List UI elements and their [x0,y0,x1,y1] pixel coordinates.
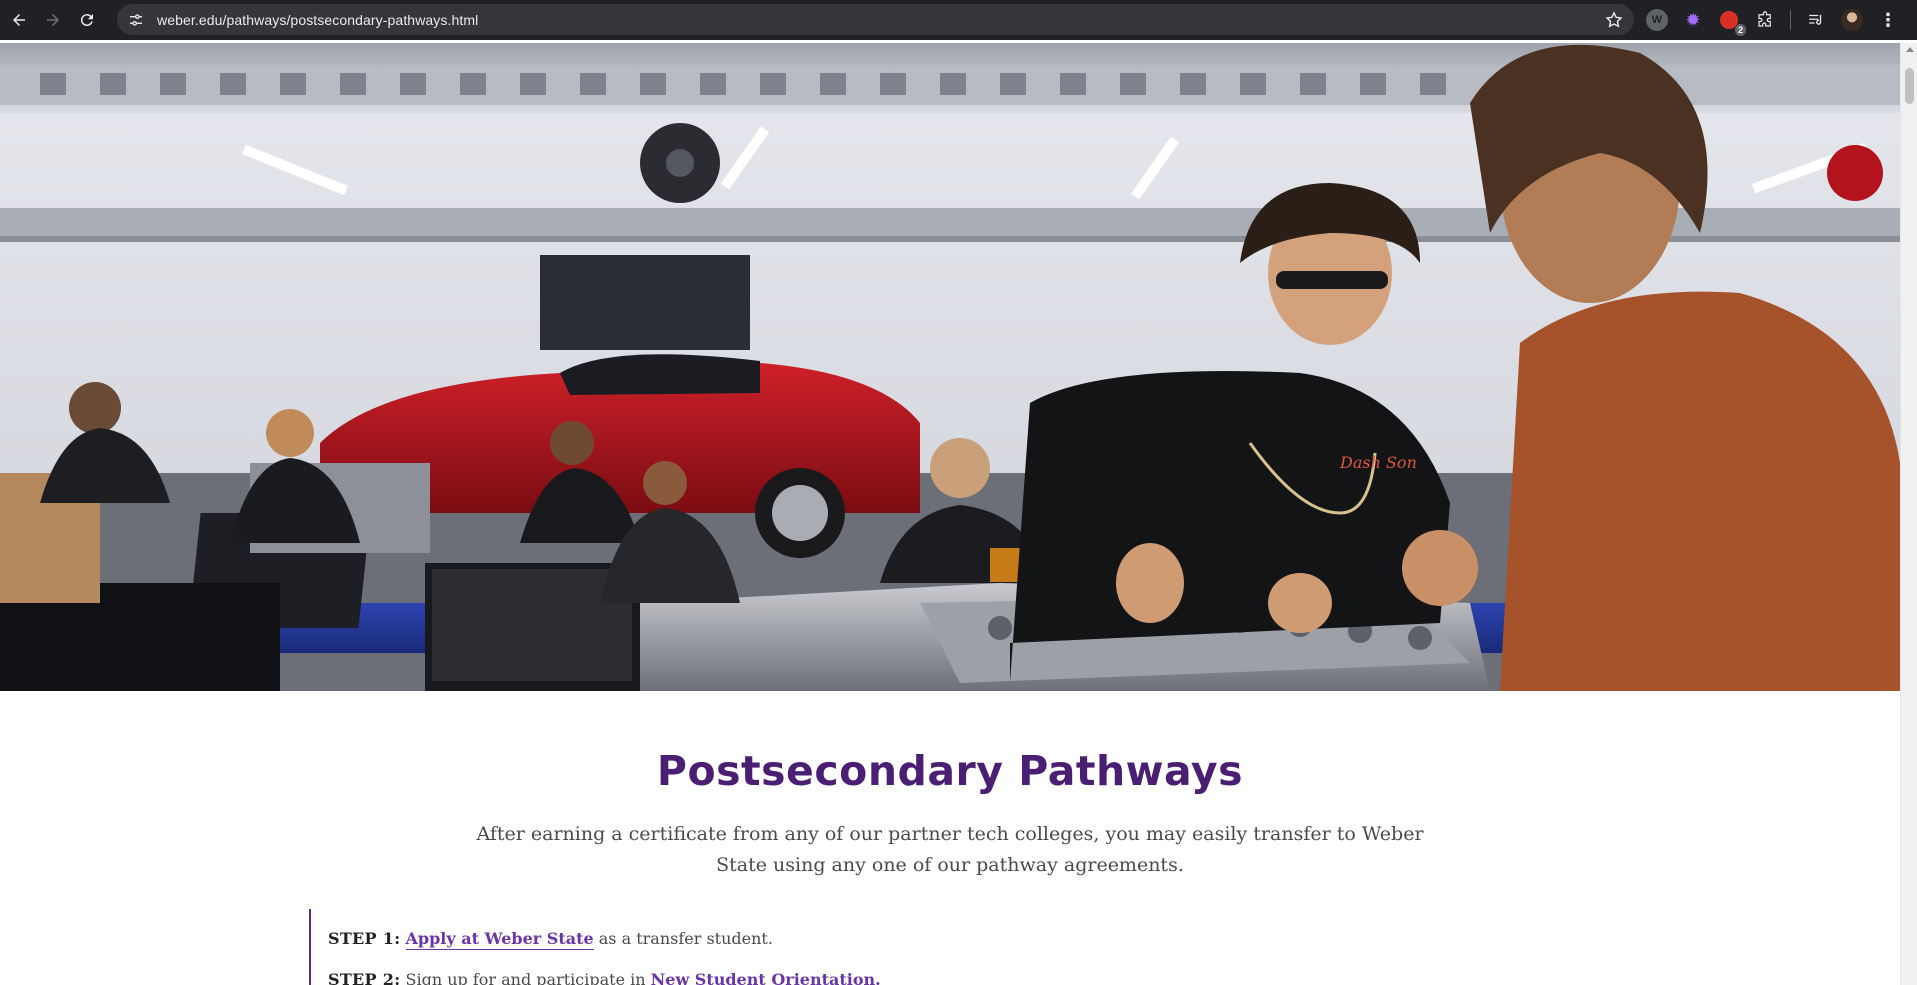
forward-button[interactable] [38,5,68,35]
bookmark-star-icon[interactable] [1604,10,1624,30]
scroll-thumb[interactable] [1905,68,1914,104]
svg-text:Dash Son: Dash Son [1339,453,1417,472]
puzzle-extensions-icon[interactable] [1754,9,1776,31]
reading-list-icon[interactable] [1805,9,1827,31]
page-title: Postsecondary Pathways [656,747,1244,795]
gear-extension-icon[interactable]: ✹ [1682,9,1704,31]
profile-avatar[interactable] [1841,9,1863,31]
avatar [1841,9,1863,31]
step-1-text: as a transfer student. [598,929,773,948]
back-button[interactable] [4,5,34,35]
browser-menu-icon[interactable]: ⋮ [1877,9,1899,31]
hero-image: Dash Son [0,43,1900,691]
steps-list: STEP 1: Apply at Weber State as a transf… [309,909,1609,985]
notification-badge: 2 [1734,24,1746,36]
arrow-left-icon [13,14,25,26]
toolbar-separator [1790,10,1791,30]
notification-extension-icon[interactable]: 2 [1718,9,1746,36]
step-1: STEP 1: Apply at Weber State as a transf… [328,929,773,950]
step-2: STEP 2: Sign up for and participate in N… [328,970,881,985]
orientation-link[interactable]: New Student Orientation. [651,970,881,985]
step-2-text: Sign up for and participate in [405,970,646,985]
page-scrollbar[interactable] [1900,43,1917,985]
scroll-up-arrow-icon[interactable] [1906,47,1914,52]
apply-link[interactable]: Apply at Weber State [405,929,594,950]
main-content: Postsecondary Pathways After earning a c… [0,691,1900,985]
w-extension-icon[interactable]: W [1646,9,1668,31]
browser-toolbar: weber.edu/pathways/postsecondary-pathway… [0,0,1917,40]
reload-button[interactable] [72,5,102,35]
site-info-icon[interactable] [125,9,147,31]
step-1-label: STEP 1: [328,929,401,948]
intro-paragraph: After earning a certificate from any of … [476,823,1424,876]
reload-icon [80,14,93,27]
step-2-label: STEP 2: [328,970,401,985]
address-bar[interactable]: weber.edu/pathways/postsecondary-pathway… [117,4,1634,35]
arrow-right-icon [47,14,59,26]
url-text[interactable]: weber.edu/pathways/postsecondary-pathway… [157,12,478,28]
extensions-area: W ✹ 2 ⋮ [1646,0,1913,40]
